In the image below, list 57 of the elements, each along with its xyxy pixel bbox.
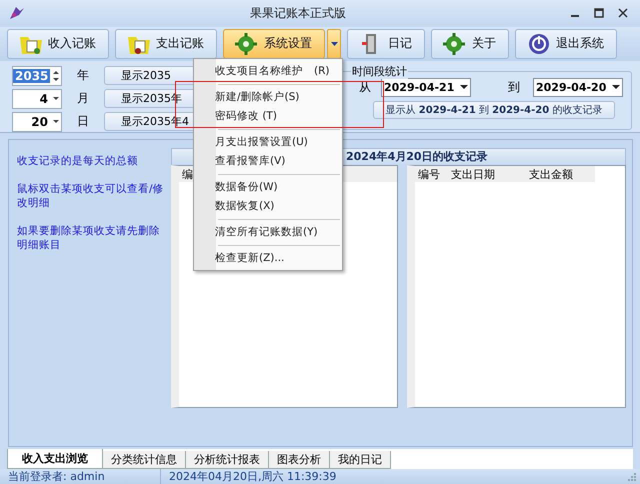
status-text: 当前登录者: admin <box>0 469 161 484</box>
caret-icon <box>53 97 59 100</box>
menu-item[interactable]: 查看报警库(V) <box>194 152 342 171</box>
gear-icon <box>442 32 468 56</box>
show-range-button[interactable]: 显示从 2029-4-21 到 2029-4-20 的收支记录 <box>373 100 615 119</box>
spin-field[interactable]: 2035 <box>12 66 62 86</box>
date-combo[interactable]: 2029-04-21 <box>381 78 471 97</box>
dropdown-button[interactable] <box>327 28 341 59</box>
power-icon <box>526 32 552 56</box>
gear-icon <box>234 32 260 56</box>
column-header[interactable]: 支出日期 <box>448 166 526 182</box>
records-title: 2024年4月20日的收支记录 <box>346 149 488 166</box>
combo-box[interactable]: 20 <box>12 112 62 132</box>
menu-item[interactable]: 清空所有记账数据(Y) <box>194 223 342 242</box>
hint-text: 收支记录的是每天的总额 <box>17 154 139 168</box>
status-text: 2024年04月20日,周六 11:39:39 <box>168 469 336 484</box>
caret-icon <box>53 120 59 124</box>
tab[interactable]: 我的日记 <box>329 451 391 469</box>
caret-icon <box>330 42 338 46</box>
tab[interactable]: 分类统计信息 <box>102 451 186 469</box>
app-icon <box>8 5 26 22</box>
toolbar-button[interactable]: 关于 <box>431 28 509 59</box>
group-legend: 时间段统计 <box>351 64 408 79</box>
menu-item[interactable]: 数据备份(W) <box>194 178 342 197</box>
from-label: 从 <box>359 78 372 96</box>
toolbar-button[interactable]: 系统设置 <box>223 28 325 59</box>
unit-label: 日 <box>76 113 90 130</box>
resize-grip-icon[interactable] <box>627 472 637 482</box>
tab[interactable]: 分析统计报表 <box>185 451 269 469</box>
window-title: 果果记账本正式版 <box>249 4 347 22</box>
unit-label: 月 <box>76 90 90 108</box>
column-header[interactable]: 支出金额 <box>526 166 587 182</box>
menu-item[interactable]: 密码修改 (T) <box>194 107 342 126</box>
to-label: 到 <box>507 78 521 96</box>
toolbar-button[interactable]: 退出系统 <box>515 28 617 59</box>
caret-icon <box>612 85 620 90</box>
close-icon[interactable] <box>618 8 628 18</box>
column-header[interactable]: 编号 <box>415 166 448 182</box>
unit-label: 年 <box>76 67 90 84</box>
column-header[interactable]: 编 <box>179 166 192 182</box>
tab[interactable]: 图表分析 <box>268 451 330 469</box>
menu-item[interactable]: 月支出报警设置(U) <box>194 133 342 152</box>
maximize-icon[interactable] <box>594 8 604 18</box>
menu-item[interactable]: 收支项目名称维护 (R) <box>194 62 342 81</box>
tab[interactable]: 收入支出浏览 <box>7 449 103 469</box>
menu-item[interactable]: 检查更新(Z)... <box>194 249 342 268</box>
show-button[interactable]: 显示2035 <box>104 66 196 86</box>
toolbar-button[interactable]: 日记 <box>347 28 425 59</box>
menu-item[interactable]: 数据恢复(X) <box>194 197 342 216</box>
combo-box[interactable]: 4 <box>12 88 62 109</box>
hint-text: 鼠标双击某项收支可以查看/修改明细 <box>17 182 165 210</box>
toolbar-button[interactable]: 收入记账 <box>7 28 109 59</box>
date-combo[interactable]: 2029-04-20 <box>533 78 623 97</box>
menu-item[interactable]: 新建/删除帐户(S) <box>194 88 342 107</box>
caret-icon <box>460 85 468 90</box>
hint-text: 如果要删除某项收支请先删除明细账目 <box>17 224 161 252</box>
toolbar-button[interactable]: 支出记账 <box>115 28 217 59</box>
